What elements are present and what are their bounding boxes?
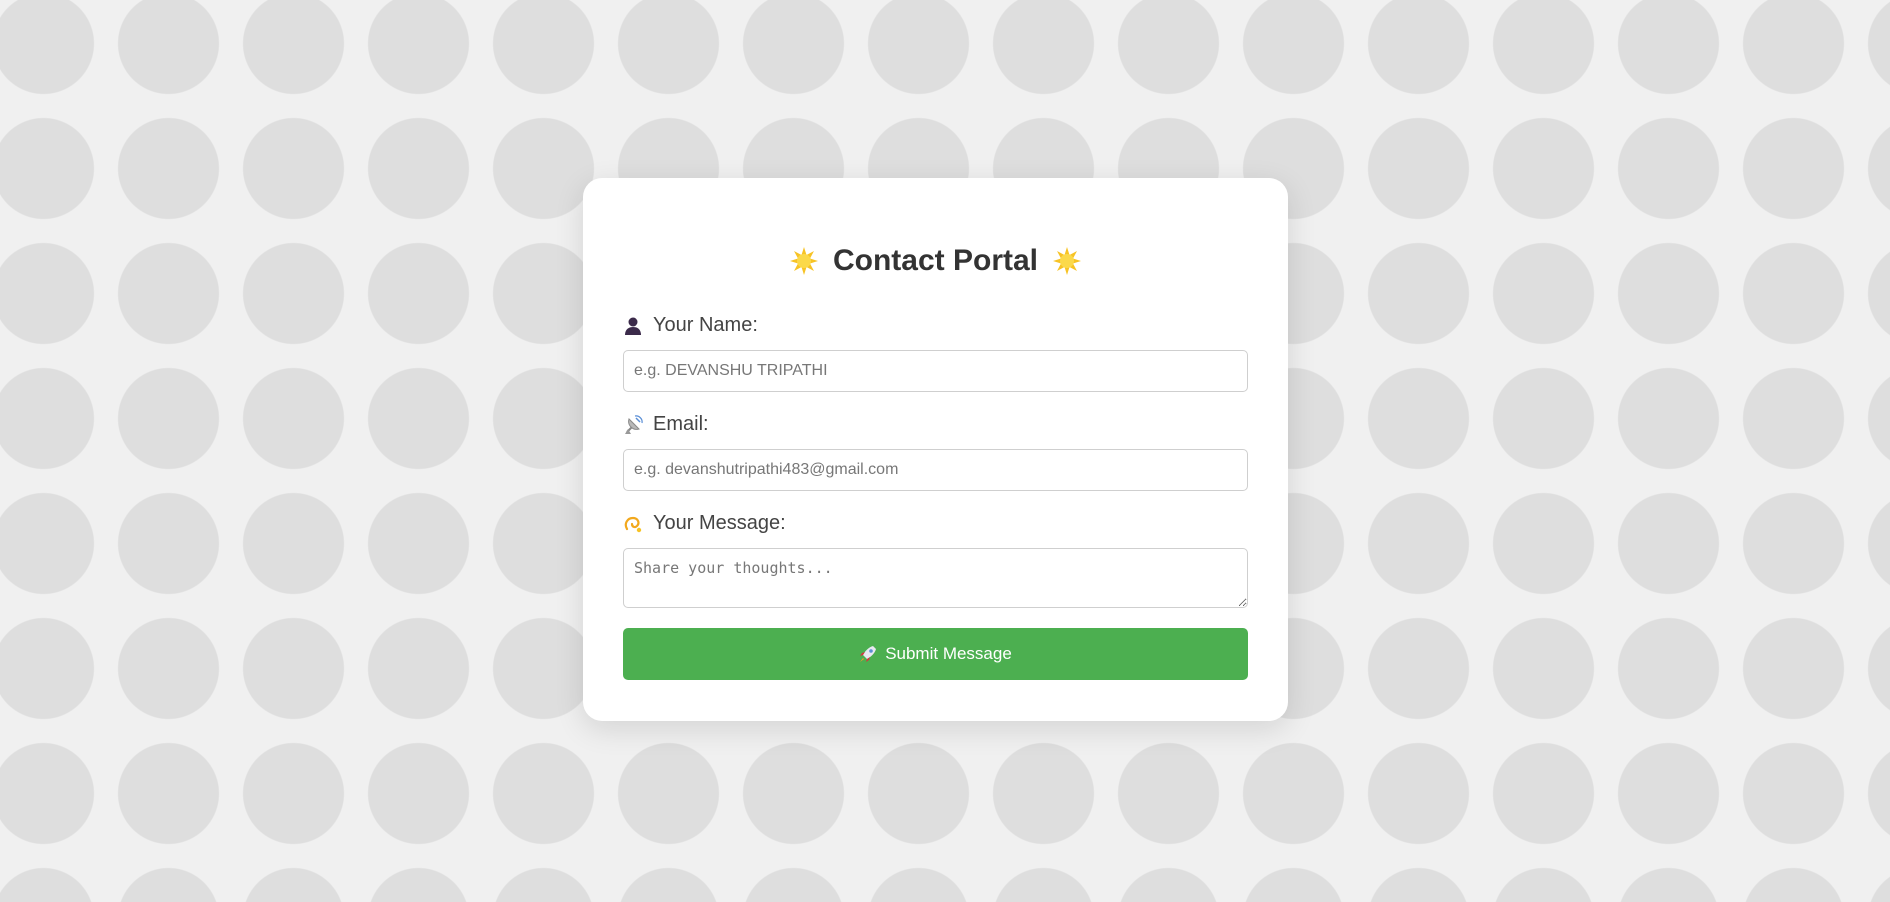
submit-label: Submit Message bbox=[885, 644, 1012, 663]
glowing-star-icon bbox=[1052, 246, 1082, 276]
name-label-text: Your Name: bbox=[653, 314, 758, 336]
email-label: Email: bbox=[623, 413, 709, 436]
dizzy-swirl-icon bbox=[623, 514, 643, 534]
contact-card: Contact Portal Your Name: e.g. DEVANSHU … bbox=[583, 178, 1288, 721]
glowing-star-icon bbox=[789, 246, 819, 276]
email-label-text: Email: bbox=[653, 413, 709, 435]
email-input[interactable] bbox=[623, 449, 1248, 491]
name-label: Your Name: bbox=[623, 314, 758, 337]
person-silhouette-icon bbox=[623, 316, 643, 336]
message-label-text: Your Message: bbox=[653, 512, 786, 534]
submit-message-button[interactable]: Submit Message bbox=[623, 628, 1248, 680]
message-textarea[interactable] bbox=[623, 548, 1248, 608]
name-input[interactable] bbox=[623, 350, 1248, 392]
message-label: Your Message: bbox=[623, 512, 786, 535]
title-text: Contact Portal bbox=[832, 244, 1039, 277]
page-title: Contact Portal bbox=[583, 244, 1288, 278]
satellite-antenna-icon bbox=[623, 414, 643, 435]
rocket-icon bbox=[859, 645, 877, 663]
